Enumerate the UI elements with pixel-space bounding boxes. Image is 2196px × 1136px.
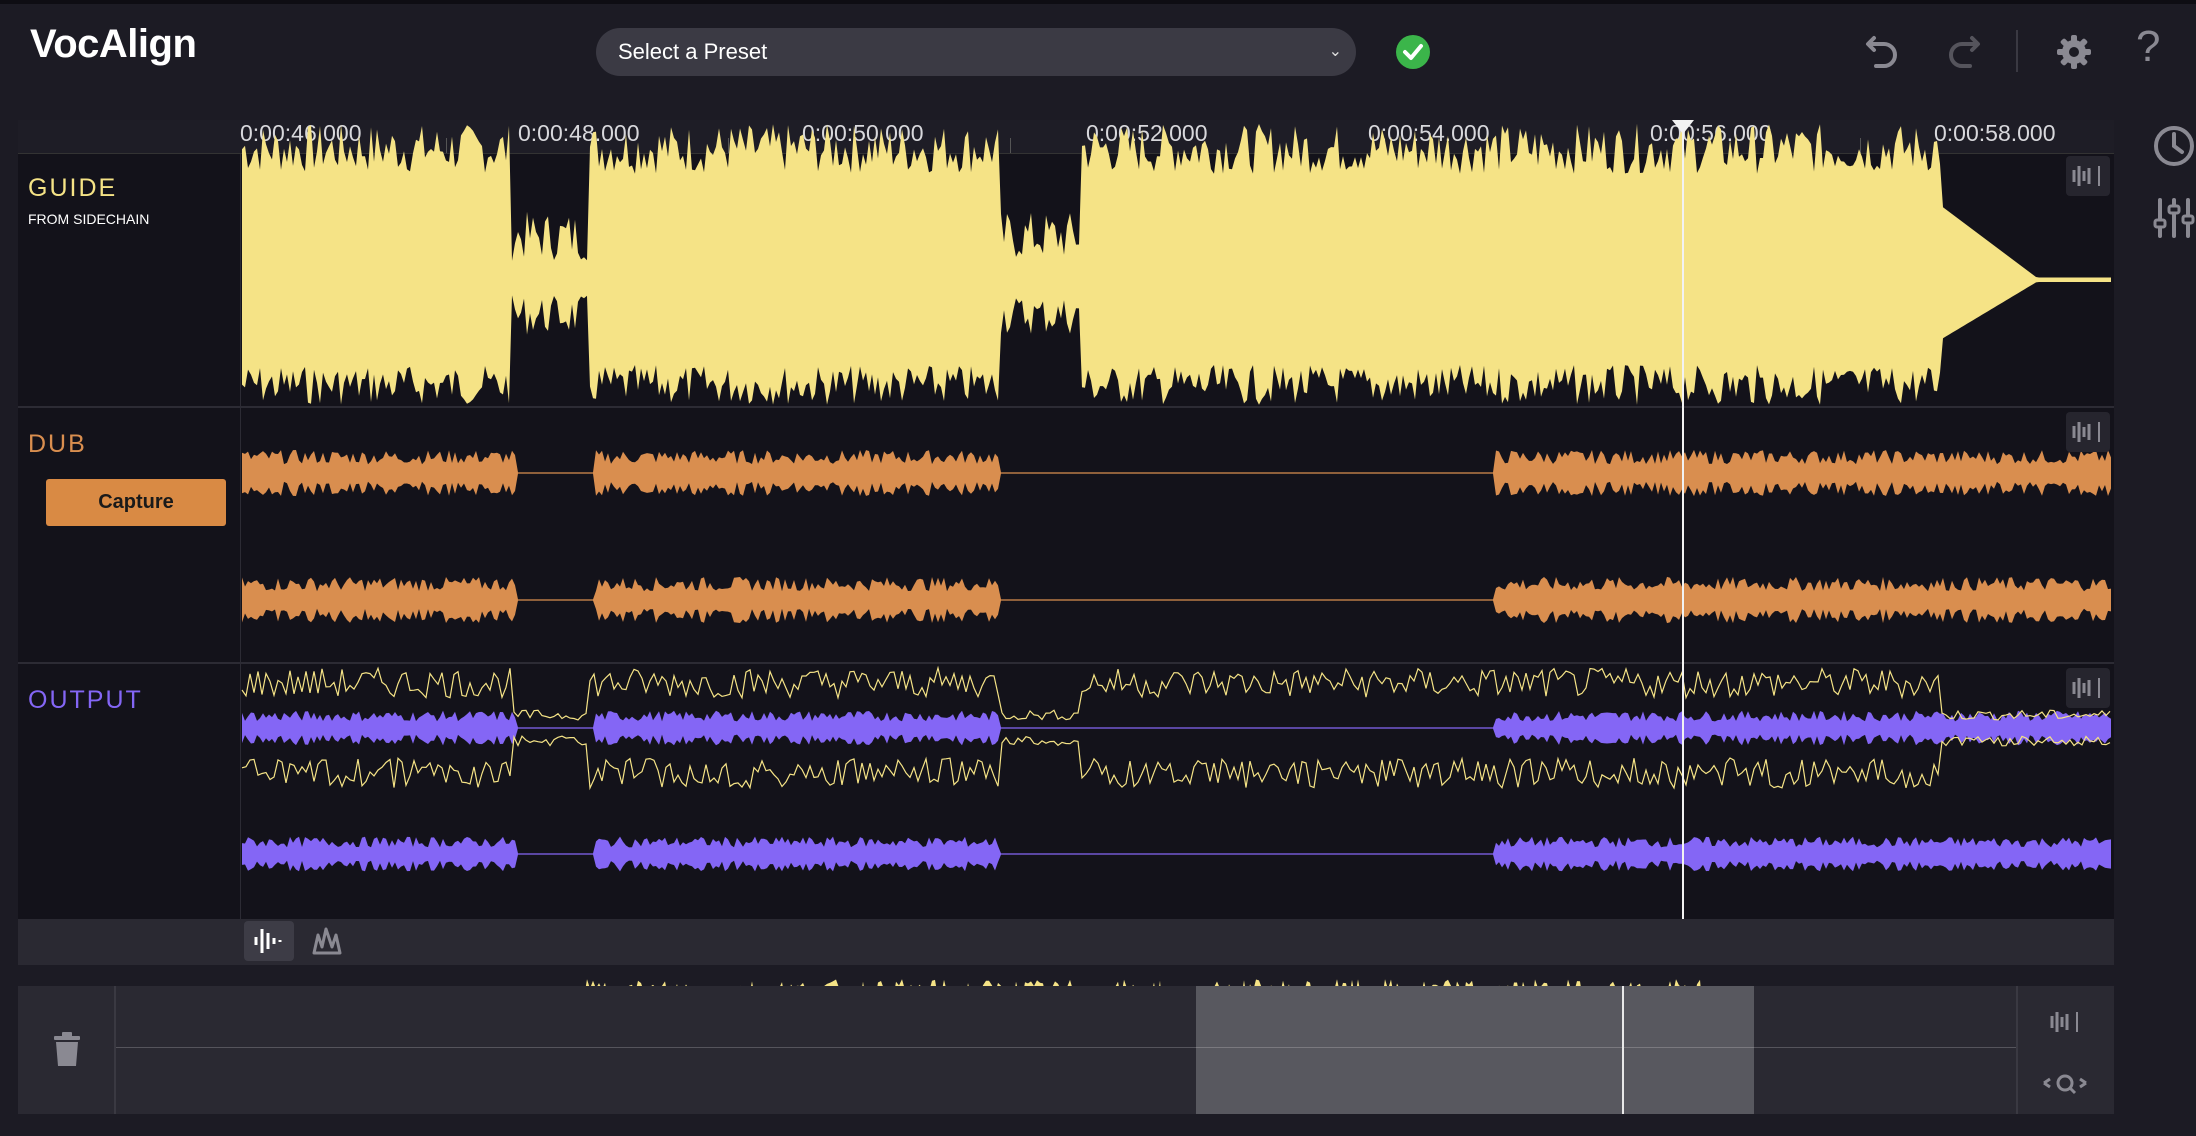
zoom-icon[interactable] — [2040, 1070, 2090, 1100]
waveform-zoom-icon[interactable] — [2066, 668, 2110, 708]
overview-divider — [2016, 986, 2018, 1114]
waveform-zoom-icon[interactable] — [2066, 412, 2110, 452]
overview-visible-window[interactable] — [1196, 986, 1754, 1114]
waveform-view-icon[interactable] — [244, 921, 294, 961]
playhead-marker[interactable] — [1672, 120, 1694, 134]
overview-navigator[interactable] — [18, 986, 2114, 1114]
right-sidebar — [2136, 110, 2196, 1136]
clock-icon[interactable] — [2152, 124, 2196, 168]
waveform-canvas — [241, 123, 2111, 1091]
overview-playhead — [1622, 986, 1624, 1114]
waveform-zoom-icon[interactable] — [2066, 156, 2110, 196]
waveform-zoom-icon[interactable] — [2046, 1004, 2086, 1038]
playhead[interactable] — [1682, 120, 1684, 919]
overview-right-panel — [2016, 986, 2114, 1114]
guide-waveform — [242, 123, 2111, 405]
dub-waveform — [242, 449, 2111, 624]
trash-icon[interactable] — [50, 1030, 84, 1068]
overview-left-panel — [18, 986, 116, 1114]
mixer-sliders-icon[interactable] — [2152, 196, 2196, 240]
output-waveform — [241, 665, 2111, 872]
spectrum-view-icon[interactable] — [306, 921, 356, 961]
overview-divider — [114, 986, 116, 1114]
